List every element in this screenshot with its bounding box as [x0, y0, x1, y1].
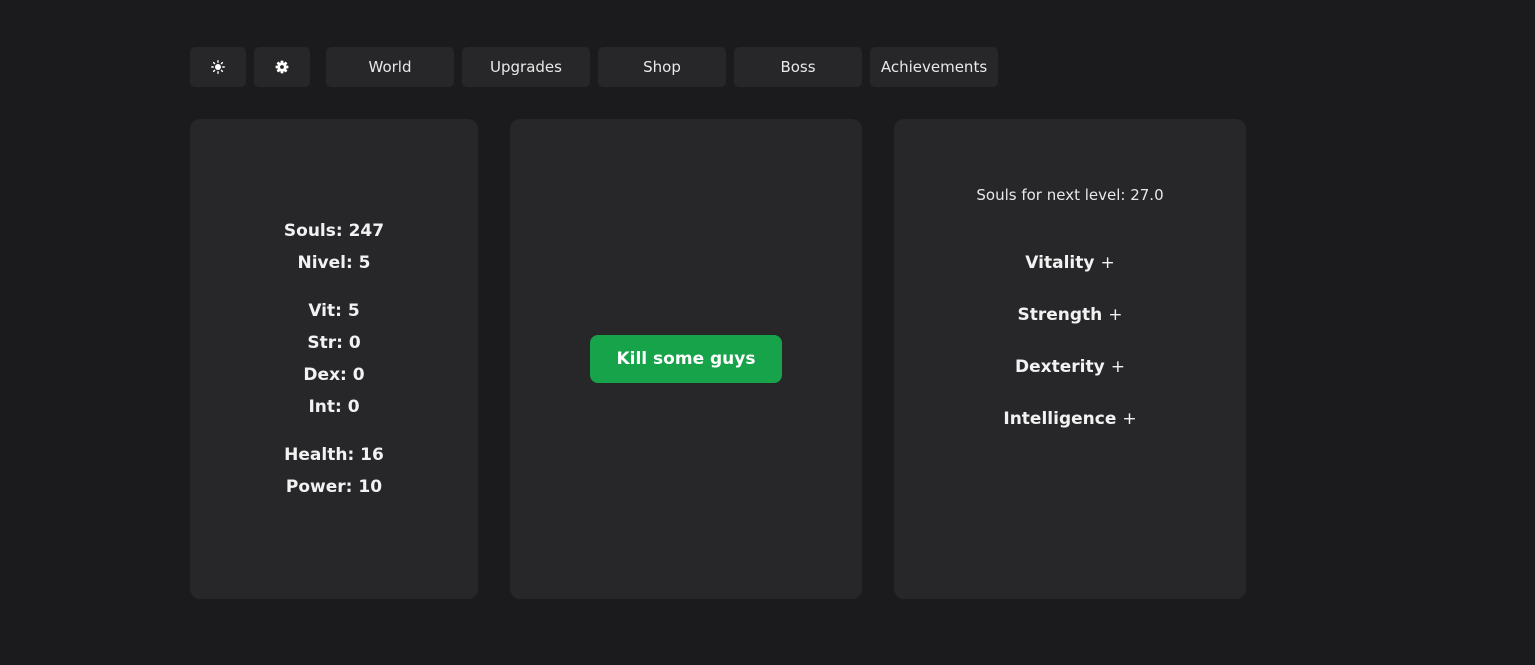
- dex-stat: Dex: 0: [303, 365, 365, 385]
- gear-icon: [275, 60, 289, 74]
- dexterity-plus-button[interactable]: +: [1111, 356, 1125, 378]
- stats-panel: Souls: 247 Nivel: 5 Vit: 5 Str: 0 Dex: 0…: [190, 119, 478, 599]
- tab-achievements[interactable]: Achievements: [870, 47, 998, 87]
- attribute-row-vitality: Vitality +: [894, 252, 1246, 274]
- attribute-name: Strength: [1017, 305, 1103, 325]
- attribute-name: Vitality: [1025, 253, 1095, 273]
- level-up-panel: Souls for next level: 27.0 Vitality + St…: [894, 119, 1246, 599]
- sun-icon: [211, 60, 225, 74]
- theme-toggle-button[interactable]: [190, 47, 246, 87]
- souls-for-next-level: Souls for next level: 27.0: [976, 186, 1164, 204]
- tab-upgrades[interactable]: Upgrades: [462, 47, 590, 87]
- action-panel: Kill some guys: [510, 119, 862, 599]
- attribute-name: Dexterity: [1015, 357, 1105, 377]
- power-stat: Power: 10: [285, 477, 383, 497]
- vit-stat: Vit: 5: [308, 301, 360, 321]
- tab-world[interactable]: World: [326, 47, 454, 87]
- strength-plus-button[interactable]: +: [1108, 304, 1122, 326]
- tab-shop[interactable]: Shop: [598, 47, 726, 87]
- health-stat: Health: 16: [284, 445, 384, 465]
- attribute-row-intelligence: Intelligence +: [894, 408, 1246, 430]
- str-stat: Str: 0: [307, 333, 361, 353]
- settings-button[interactable]: [254, 47, 310, 87]
- attribute-row-strength: Strength +: [894, 304, 1246, 326]
- int-stat: Int: 0: [308, 397, 360, 417]
- nivel-stat: Nivel: 5: [297, 253, 371, 273]
- intelligence-plus-button[interactable]: +: [1122, 408, 1136, 430]
- vitality-plus-button[interactable]: +: [1100, 252, 1114, 274]
- attribute-name: Intelligence: [1003, 409, 1117, 429]
- attribute-row-dexterity: Dexterity +: [894, 356, 1246, 378]
- souls-stat: Souls: 247: [283, 221, 385, 241]
- kill-some-guys-button[interactable]: Kill some guys: [590, 335, 782, 383]
- tab-boss[interactable]: Boss: [734, 47, 862, 87]
